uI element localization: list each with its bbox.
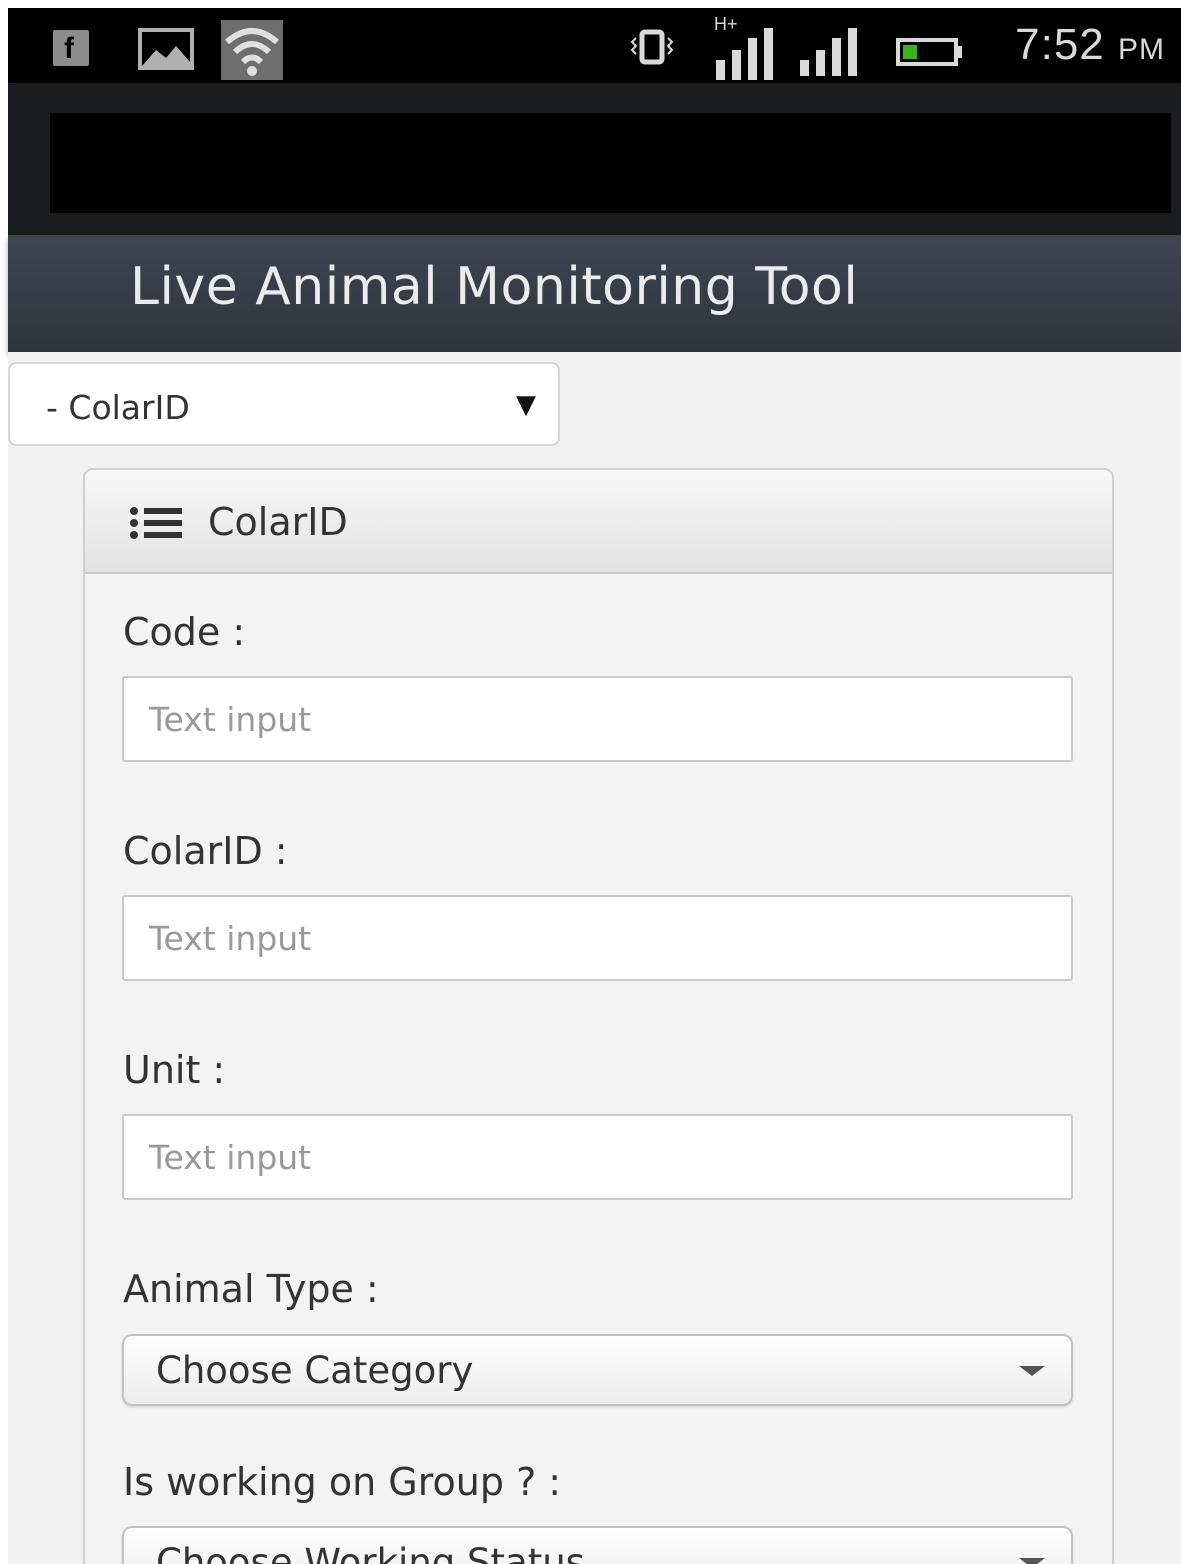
working-status-select[interactable]: Choose Working Status (122, 1526, 1073, 1564)
status-time: 7:52 PM (1015, 20, 1165, 69)
unit-input[interactable] (122, 1114, 1073, 1200)
record-select-value: - ColarID (46, 388, 190, 427)
list-icon (129, 506, 185, 544)
working-group-label: Is working on Group ? : (123, 1460, 562, 1504)
working-status-value: Choose Working Status (156, 1541, 585, 1564)
battery-icon (896, 38, 966, 70)
ad-banner[interactable] (50, 113, 1171, 213)
unit-label: Unit : (123, 1048, 226, 1092)
code-input[interactable] (122, 676, 1073, 762)
dropdown-arrow-icon: ▼ (516, 390, 536, 420)
code-label: Code : (123, 610, 246, 654)
chevron-down-icon (1019, 1366, 1045, 1376)
wifi-icon (221, 20, 283, 84)
panel-header: ColarID (85, 470, 1112, 574)
main-content: - ColarID ▼ ColarID Code : ColarID : Uni… (8, 352, 1181, 1564)
chevron-down-icon (1019, 1558, 1045, 1564)
colarid-label: ColarID : (123, 829, 288, 873)
app-header: Live Animal Monitoring Tool (8, 235, 1181, 352)
app-title: Live Animal Monitoring Tool (130, 257, 859, 317)
animal-type-label: Animal Type : (123, 1267, 379, 1311)
photo-icon (138, 28, 194, 70)
animal-type-select[interactable]: Choose Category (122, 1334, 1073, 1406)
vibrate-icon (628, 28, 676, 72)
colarid-panel: ColarID Code : ColarID : Unit : Animal T… (83, 468, 1114, 1564)
ad-banner-band (8, 83, 1181, 235)
status-bar: f H+ 7:52 PM (8, 8, 1181, 83)
record-select[interactable]: - ColarID ▼ (8, 362, 560, 446)
facebook-icon: f (53, 30, 89, 66)
signal-icon (798, 26, 860, 82)
panel-title: ColarID (208, 500, 348, 544)
colarid-input[interactable] (122, 895, 1073, 981)
animal-type-value: Choose Category (156, 1349, 474, 1392)
